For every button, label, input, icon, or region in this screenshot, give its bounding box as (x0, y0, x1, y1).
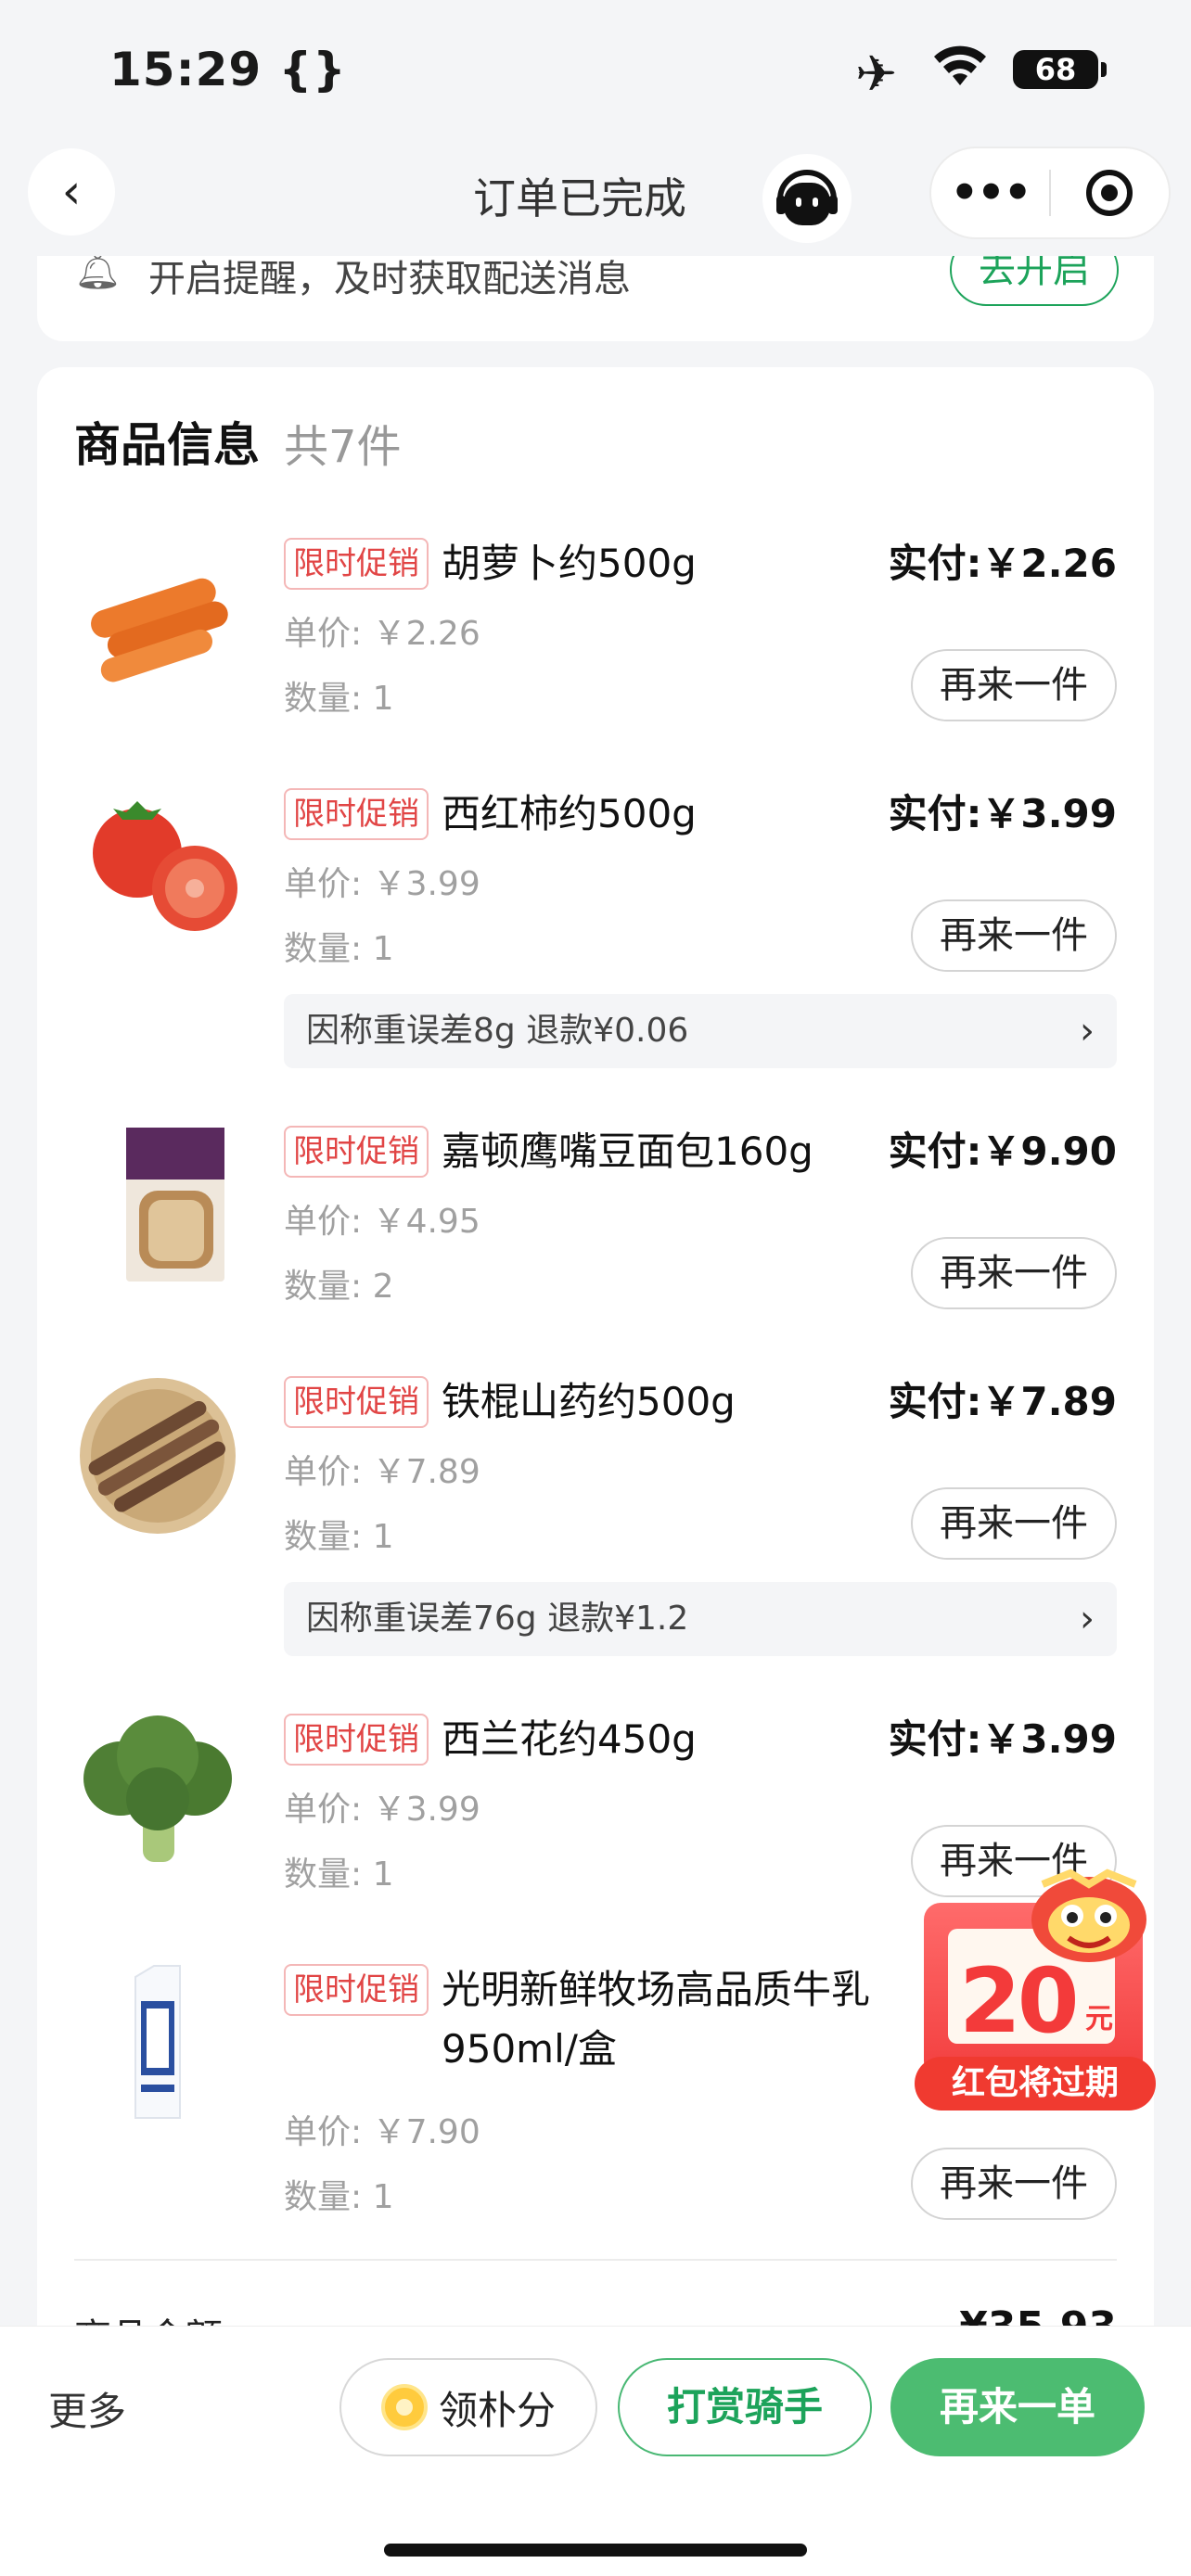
mini-program-capsule: ••• (929, 147, 1171, 239)
headset-icon (776, 170, 838, 225)
goods-info-card: 商品信息 共7件 限时促销 胡萝卜约500g 实付:￥2.26 单价: ￥2.2… (37, 367, 1154, 2576)
buy-again-button[interactable]: 再来一件 (911, 1237, 1117, 1309)
refund-text: 因称重误差8g 退款¥0.06 (306, 1012, 689, 1050)
page-title: 订单已完成 (473, 173, 686, 223)
item-paid-price: 实付:￥7.89 (888, 1379, 1117, 1424)
promo-tag: 限时促销 (284, 788, 429, 840)
status-time: 15:29 {} (109, 43, 347, 96)
claim-points-button[interactable]: 领朴分 (339, 2358, 597, 2456)
milk-image (134, 1965, 181, 2119)
tip-rider-button[interactable]: 打赏骑手 (618, 2358, 872, 2456)
ellipsis-icon: ••• (950, 167, 1031, 219)
refund-notice[interactable]: 因称重误差8g 退款¥0.06 › (284, 994, 1117, 1068)
item-count: 共7件 (284, 421, 402, 473)
more-link[interactable]: 更多 (48, 2380, 126, 2437)
item-name[interactable]: 西红柿约500g (442, 788, 697, 840)
item-quantity: 数量: 1 (284, 1855, 394, 1894)
refund-notice[interactable]: 因称重误差76g 退款¥1.2 › (284, 1582, 1117, 1656)
target-icon (1086, 170, 1133, 216)
buy-again-button[interactable]: 再来一件 (911, 649, 1117, 721)
promo-tag: 限时促销 (284, 1964, 429, 2016)
claim-points-label: 领朴分 (438, 2387, 556, 2433)
reminder-text: 开启提醒，及时获取配送消息 (148, 258, 631, 300)
item-name[interactable]: 嘉顿鹰嘴豆面包160g (442, 1126, 813, 1178)
item-paid-price: 实付:￥2.26 (888, 541, 1117, 586)
item-name[interactable]: 铁棍山药约500g (442, 1376, 736, 1428)
buy-again-button[interactable]: 再来一件 (911, 2148, 1117, 2220)
refund-text: 因称重误差76g 退款¥1.2 (306, 1600, 689, 1638)
red-packet-unit: 元 (1085, 2003, 1113, 2035)
section-title: 商品信息 (74, 418, 260, 472)
item-quantity: 数量: 1 (284, 930, 394, 968)
buy-again-button[interactable]: 再来一件 (911, 1487, 1117, 1560)
item-unit-price: 单价: ￥4.95 (284, 1203, 480, 1241)
item-name[interactable]: 光明新鲜牧场高品质牛乳950ml/盒 (442, 1960, 905, 2079)
chevron-left-icon: ‹ (61, 164, 82, 220)
order-detail-page: 15:29 {} ✈ 68 ‹ 订单已完成 ••• 🔔︎ 开启提醒，及时获取配送… (0, 0, 1191, 2576)
airplane-icon: ✈ (855, 45, 898, 103)
promo-tag: 限时促销 (284, 1376, 429, 1428)
home-indicator (384, 2544, 807, 2557)
chevron-right-icon: › (1080, 1598, 1095, 1640)
item-name[interactable]: 胡萝卜约500g (442, 538, 697, 590)
reorder-button[interactable]: 再来一单 (890, 2358, 1145, 2456)
carrot-image (91, 578, 228, 682)
battery-indicator: 68 (1013, 50, 1107, 89)
buy-again-button[interactable]: 再来一件 (911, 899, 1117, 972)
item-unit-price: 单价: ￥7.89 (284, 1453, 480, 1491)
item-quantity: 数量: 1 (284, 680, 394, 718)
item-unit-price: 单价: ￥2.26 (284, 615, 480, 653)
item-unit-price: 单价: ￥3.99 (284, 865, 480, 903)
promo-tag: 限时促销 (284, 1126, 429, 1178)
item-quantity: 数量: 2 (284, 1268, 394, 1306)
tomato-image (93, 801, 237, 931)
promo-tag: 限时促销 (284, 1714, 429, 1766)
nav-bar: ‹ 订单已完成 ••• (0, 139, 1191, 256)
item-paid-price: 实付:￥9.90 (888, 1129, 1117, 1174)
item-paid-price: 实付:￥3.99 (888, 791, 1117, 836)
red-packet-label: 红包将过期 (915, 2057, 1156, 2111)
item-unit-price: 单价: ￥7.90 (284, 2113, 480, 2151)
more-button[interactable]: ••• (931, 167, 1049, 219)
item-quantity: 数量: 1 (284, 2178, 394, 2216)
status-bar: 15:29 {} ✈ 68 (0, 0, 1191, 139)
wifi-icon (934, 45, 986, 85)
close-mini-program-button[interactable] (1051, 170, 1169, 216)
divider (74, 2259, 1117, 2261)
chevron-right-icon: › (1080, 1010, 1095, 1052)
promo-tag: 限时促销 (284, 538, 429, 590)
coin-icon (380, 2384, 428, 2430)
red-packet-float[interactable]: 20 元 红包将过期 (911, 1864, 1159, 2116)
yam-image (80, 1378, 236, 1534)
bread-image (126, 1128, 224, 1282)
bottom-action-bar: 更多 领朴分 打赏骑手 再来一单 (0, 2326, 1191, 2576)
item-name[interactable]: 西兰花约450g (442, 1714, 697, 1766)
customer-service-button[interactable] (762, 154, 852, 243)
item-unit-price: 单价: ￥3.99 (284, 1791, 480, 1829)
broccoli-image (83, 1715, 232, 1862)
item-quantity: 数量: 1 (284, 1518, 394, 1556)
item-paid-price: 实付:￥3.99 (888, 1716, 1117, 1762)
back-button[interactable]: ‹ (28, 148, 115, 236)
red-packet-amount: 20 (959, 1949, 1080, 2053)
